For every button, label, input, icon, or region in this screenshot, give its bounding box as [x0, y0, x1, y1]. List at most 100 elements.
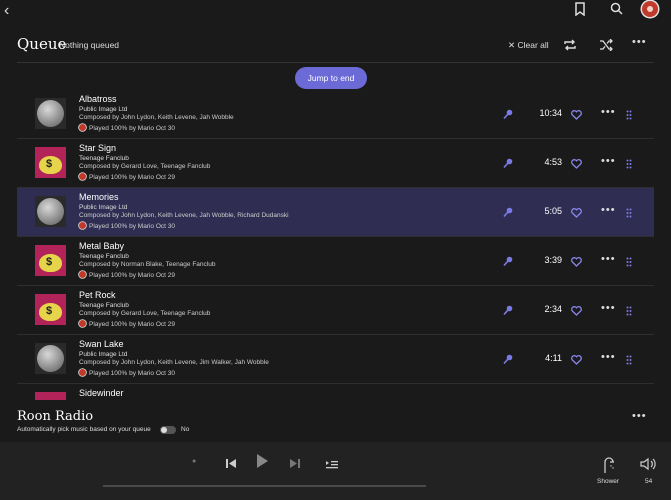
track-more-icon[interactable]: ••• — [601, 204, 616, 216]
played-info: Played 100% by Mario Oct 30 — [79, 222, 175, 230]
track-more-icon[interactable]: ••• — [601, 253, 616, 265]
top-bar: ‹ — [0, 0, 671, 20]
played-text: Played 100% by Mario Oct 29 — [89, 272, 175, 279]
track-artist[interactable]: Public Image Ltd — [79, 351, 127, 358]
track-artist[interactable]: Teenage Fanclub — [79, 302, 129, 309]
track-more-icon[interactable]: ••• — [601, 302, 616, 314]
favorite-heart-icon[interactable] — [571, 303, 582, 321]
lyrics-mic-icon[interactable] — [503, 303, 513, 321]
user-avatar-dot — [79, 271, 86, 278]
queue-row[interactable]: Star Sign Teenage FanclubComposed by Gera… — [17, 139, 654, 188]
album-art — [35, 294, 66, 325]
track-composer: Composed by Gerard Love, Teenage Fanclub — [79, 163, 211, 170]
track-title[interactable]: Swan Lake — [79, 339, 124, 349]
track-duration: 4:11 — [545, 353, 562, 363]
track-more-icon[interactable]: ••• — [601, 155, 616, 167]
track-title[interactable]: Sidewinder — [79, 388, 124, 398]
progress-bar[interactable] — [103, 485, 426, 487]
play-icon[interactable] — [256, 453, 269, 474]
bookmark-icon[interactable] — [574, 2, 586, 21]
user-avatar-dot — [79, 320, 86, 327]
track-title[interactable]: Memories — [79, 192, 119, 202]
drag-handle-icon[interactable] — [626, 303, 632, 321]
jump-to-end-button[interactable]: Jump to end — [295, 67, 367, 89]
lyrics-mic-icon[interactable] — [503, 205, 513, 223]
next-track-icon[interactable] — [289, 456, 300, 474]
favorite-heart-icon[interactable] — [571, 156, 582, 174]
back-icon[interactable]: ‹ — [4, 2, 9, 20]
clear-all-label: Clear all — [517, 40, 549, 50]
queue-row[interactable]: Pet Rock Teenage FanclubComposed by Gerar… — [17, 286, 654, 335]
lyrics-mic-icon[interactable] — [503, 156, 513, 174]
lyrics-mic-icon[interactable] — [503, 254, 513, 272]
track-title[interactable]: Pet Rock — [79, 290, 116, 300]
played-info: Played 100% by Mario Oct 29 — [79, 271, 175, 279]
album-art — [35, 245, 66, 276]
favorite-heart-icon[interactable] — [571, 254, 582, 272]
user-avatar-dot — [79, 369, 86, 376]
played-info: Played 100% by Mario Oct 30 — [79, 369, 175, 377]
favorite-heart-icon[interactable] — [571, 205, 582, 223]
track-more-icon[interactable]: ••• — [601, 351, 616, 363]
favorite-heart-icon[interactable] — [571, 352, 582, 370]
track-title[interactable]: Star Sign — [79, 143, 116, 153]
played-text: Played 100% by Mario Oct 30 — [89, 370, 175, 377]
radio-toggle[interactable] — [160, 426, 176, 434]
track-artist[interactable]: Teenage Fanclub — [79, 253, 129, 260]
shower-zone-icon[interactable] — [602, 456, 616, 479]
track-duration: 10:34 — [539, 108, 562, 118]
drag-handle-icon[interactable] — [626, 352, 632, 370]
roon-radio-section: Roon Radio Automatically pick music base… — [0, 400, 671, 442]
played-text: Played 100% by Mario Oct 29 — [89, 174, 175, 181]
queue-row[interactable]: Swan Lake Public Image Ltd Composed by Joh… — [17, 335, 654, 384]
lyrics-mic-icon[interactable] — [503, 352, 513, 370]
favorite-heart-icon[interactable] — [571, 107, 582, 125]
track-duration: 4:53 — [544, 157, 562, 167]
track-composer: Composed by Norman Blake, Teenage Fanclu… — [79, 261, 216, 268]
album-art — [35, 392, 66, 400]
track-duration: 5:05 — [544, 206, 562, 216]
volume-level: 54 — [645, 478, 653, 485]
queue-row[interactable]: Memories Public Image Ltd Composed by John… — [17, 188, 654, 237]
drag-handle-icon[interactable] — [626, 107, 632, 125]
repeat-icon[interactable] — [563, 38, 577, 56]
user-avatar[interactable] — [642, 1, 658, 17]
track-duration: 2:34 — [544, 304, 562, 314]
shuffle-icon[interactable] — [599, 38, 613, 56]
played-info: Played 100% by Mario Oct 29 — [79, 320, 175, 328]
track-composer: Composed by John Lydon, Keith Levene, Ji… — [79, 359, 269, 366]
lyrics-mic-icon[interactable] — [503, 107, 513, 125]
album-art — [35, 147, 66, 178]
user-avatar-dot — [79, 222, 86, 229]
queue-row[interactable]: Albatross Public Image Ltd Composed by Joh… — [17, 90, 654, 139]
track-title[interactable]: Metal Baby — [79, 241, 124, 251]
user-avatar-dot — [79, 124, 86, 131]
previous-track-icon[interactable] — [226, 456, 237, 474]
track-title[interactable]: Albatross — [79, 94, 117, 104]
queue-row[interactable]: Metal Baby Teenage FanclubComposed by Nor… — [17, 237, 654, 286]
radio-title: Roon Radio — [17, 409, 94, 424]
track-artist[interactable]: Teenage Fanclub — [79, 155, 129, 162]
drag-handle-icon[interactable] — [626, 205, 632, 223]
track-composer: Composed by John Lydon, Keith Levene, Ja… — [79, 114, 234, 121]
queue-list-icon[interactable] — [326, 457, 338, 475]
status-dot-icon: ● — [192, 458, 197, 465]
volume-icon[interactable] — [640, 457, 658, 476]
album-art — [35, 98, 66, 129]
drag-handle-icon[interactable] — [626, 156, 632, 174]
radio-more-icon[interactable]: ••• — [632, 410, 647, 422]
drag-handle-icon[interactable] — [626, 254, 632, 272]
user-avatar-dot — [79, 173, 86, 180]
search-icon[interactable] — [610, 2, 623, 20]
album-art — [35, 343, 66, 374]
played-info: Played 100% by Mario Oct 30 — [79, 124, 175, 132]
radio-toggle-label: No — [181, 426, 190, 433]
queue-row[interactable]: Sidewinder — [17, 384, 654, 400]
transport-bar: ● Shower 54 — [0, 442, 671, 500]
track-more-icon[interactable]: ••• — [601, 106, 616, 118]
track-composer: Composed by John Lydon, Keith Levene, Ja… — [79, 212, 289, 219]
track-artist[interactable]: Public Image Ltd — [79, 204, 127, 211]
more-options-icon[interactable]: ••• — [632, 36, 647, 48]
track-artist[interactable]: Public Image Ltd — [79, 106, 127, 113]
clear-all-button[interactable]: ✕ Clear all — [508, 40, 549, 51]
